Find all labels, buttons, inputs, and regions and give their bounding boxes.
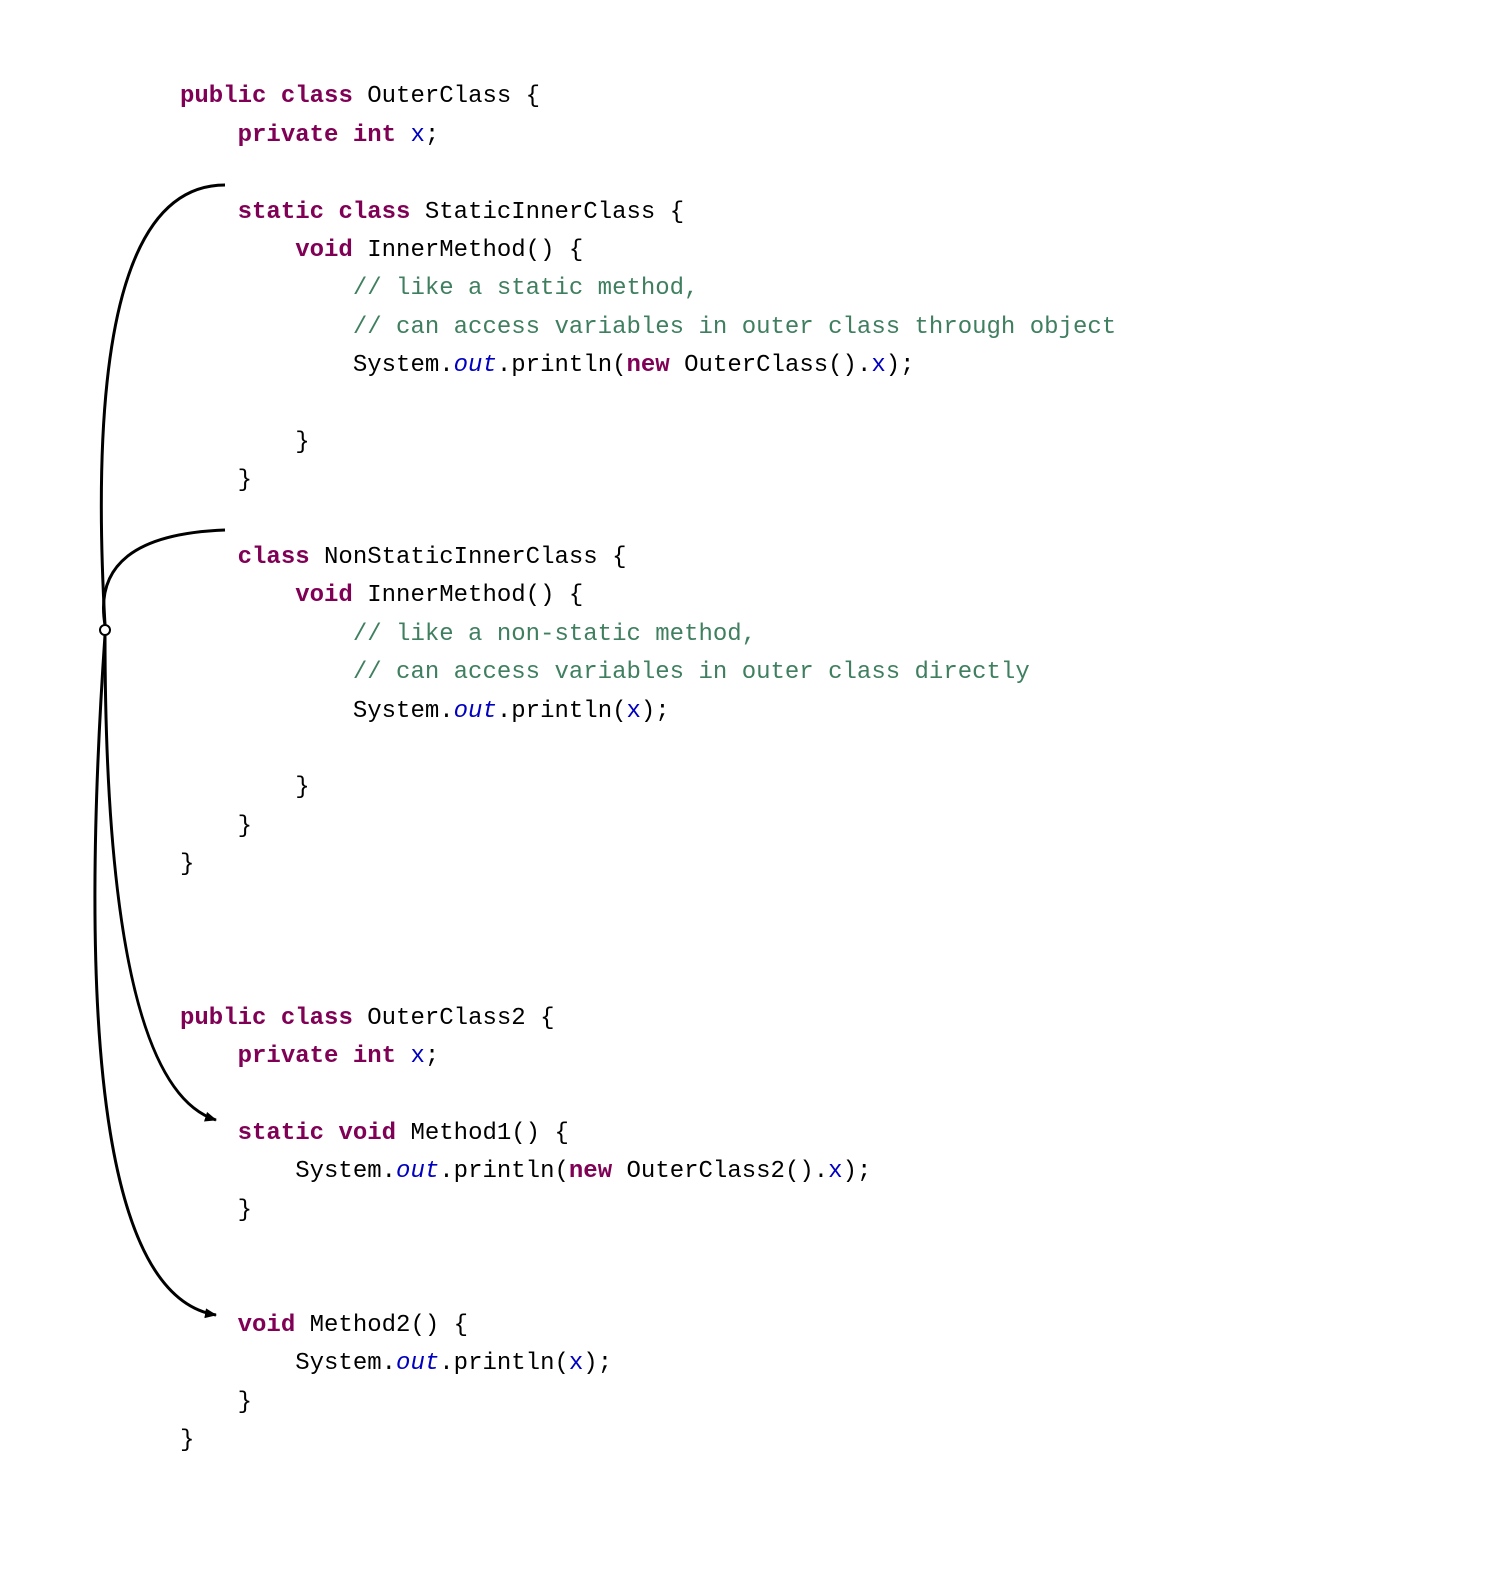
- code-line: void InnerMethod() {: [180, 582, 583, 609]
- field-x: x: [410, 1043, 424, 1070]
- method2-line: void Method2() {: [180, 1312, 468, 1339]
- static-field-out: out: [396, 1158, 439, 1185]
- code-line: // like a static method,: [180, 275, 698, 302]
- keyword-public: public: [180, 83, 266, 110]
- class-name: OuterClass {: [367, 83, 540, 110]
- comment: // like a static method,: [353, 275, 699, 302]
- keyword-class: class: [281, 83, 353, 110]
- code-line: // can access variables in outer class t…: [180, 314, 1116, 341]
- class-name: NonStaticInnerClass {: [324, 544, 626, 571]
- keyword-class: class: [281, 1005, 353, 1032]
- code-line: }: [180, 429, 310, 456]
- keyword-void: void: [238, 1312, 296, 1339]
- code-line: private int x;: [180, 1043, 439, 1070]
- method-name: InnerMethod() {: [367, 582, 583, 609]
- field-x: x: [627, 698, 641, 725]
- static-inner-class-line: static class StaticInnerClass {: [180, 199, 684, 226]
- keyword-new: new: [627, 352, 670, 379]
- keyword-int: int: [353, 122, 396, 149]
- code-line: System.out.println(new OuterClass2().x);: [180, 1158, 871, 1185]
- keyword-private: private: [238, 1043, 339, 1070]
- method-name: Method2() {: [310, 1312, 468, 1339]
- comment: // can access variables in outer class d…: [353, 659, 1030, 686]
- method-name: Method1() {: [410, 1120, 568, 1147]
- method-name: InnerMethod() {: [367, 237, 583, 264]
- keyword-int: int: [353, 1043, 396, 1070]
- comment: // can access variables in outer class t…: [353, 314, 1116, 341]
- field-x: x: [828, 1158, 842, 1185]
- keyword-void: void: [295, 582, 353, 609]
- field-x: x: [410, 122, 424, 149]
- code-line: public class OuterClass2 {: [180, 1005, 554, 1032]
- code-line: }: [180, 467, 252, 494]
- static-field-out: out: [454, 698, 497, 725]
- keyword-new: new: [569, 1158, 612, 1185]
- keyword-class: class: [238, 544, 310, 571]
- code-diagram: public class OuterClass { private int x;…: [180, 40, 1448, 1460]
- comment: // like a non-static method,: [353, 621, 756, 648]
- keyword-static: static: [238, 1120, 324, 1147]
- code-line: }: [180, 1389, 252, 1416]
- keyword-public: public: [180, 1005, 266, 1032]
- keyword-private: private: [238, 122, 339, 149]
- keyword-void: void: [338, 1120, 396, 1147]
- code-line: }: [180, 851, 194, 878]
- keyword-static: static: [238, 199, 324, 226]
- nonstatic-inner-class-line: class NonStaticInnerClass {: [180, 544, 626, 571]
- code-line: }: [180, 1427, 194, 1454]
- static-field-out: out: [396, 1350, 439, 1377]
- method1-line: static void Method1() {: [180, 1120, 569, 1147]
- code-line: }: [180, 1197, 252, 1224]
- code-line: // like a non-static method,: [180, 621, 756, 648]
- static-field-out: out: [454, 352, 497, 379]
- code-line: }: [180, 813, 252, 840]
- code-line: public class OuterClass {: [180, 83, 540, 110]
- field-x: x: [871, 352, 885, 379]
- code-line: System.out.println(new OuterClass().x);: [180, 352, 915, 379]
- field-x: x: [569, 1350, 583, 1377]
- junction-dot: [100, 625, 110, 635]
- class-name: OuterClass2 {: [367, 1005, 554, 1032]
- keyword-void: void: [295, 237, 353, 264]
- class-name: StaticInnerClass {: [425, 199, 684, 226]
- code-line: System.out.println(x);: [180, 1350, 612, 1377]
- code-line: // can access variables in outer class d…: [180, 659, 1030, 686]
- code-line: System.out.println(x);: [180, 698, 670, 725]
- code-line: }: [180, 774, 310, 801]
- code-line: private int x;: [180, 122, 439, 149]
- keyword-class: class: [338, 199, 410, 226]
- code-line: void InnerMethod() {: [180, 237, 583, 264]
